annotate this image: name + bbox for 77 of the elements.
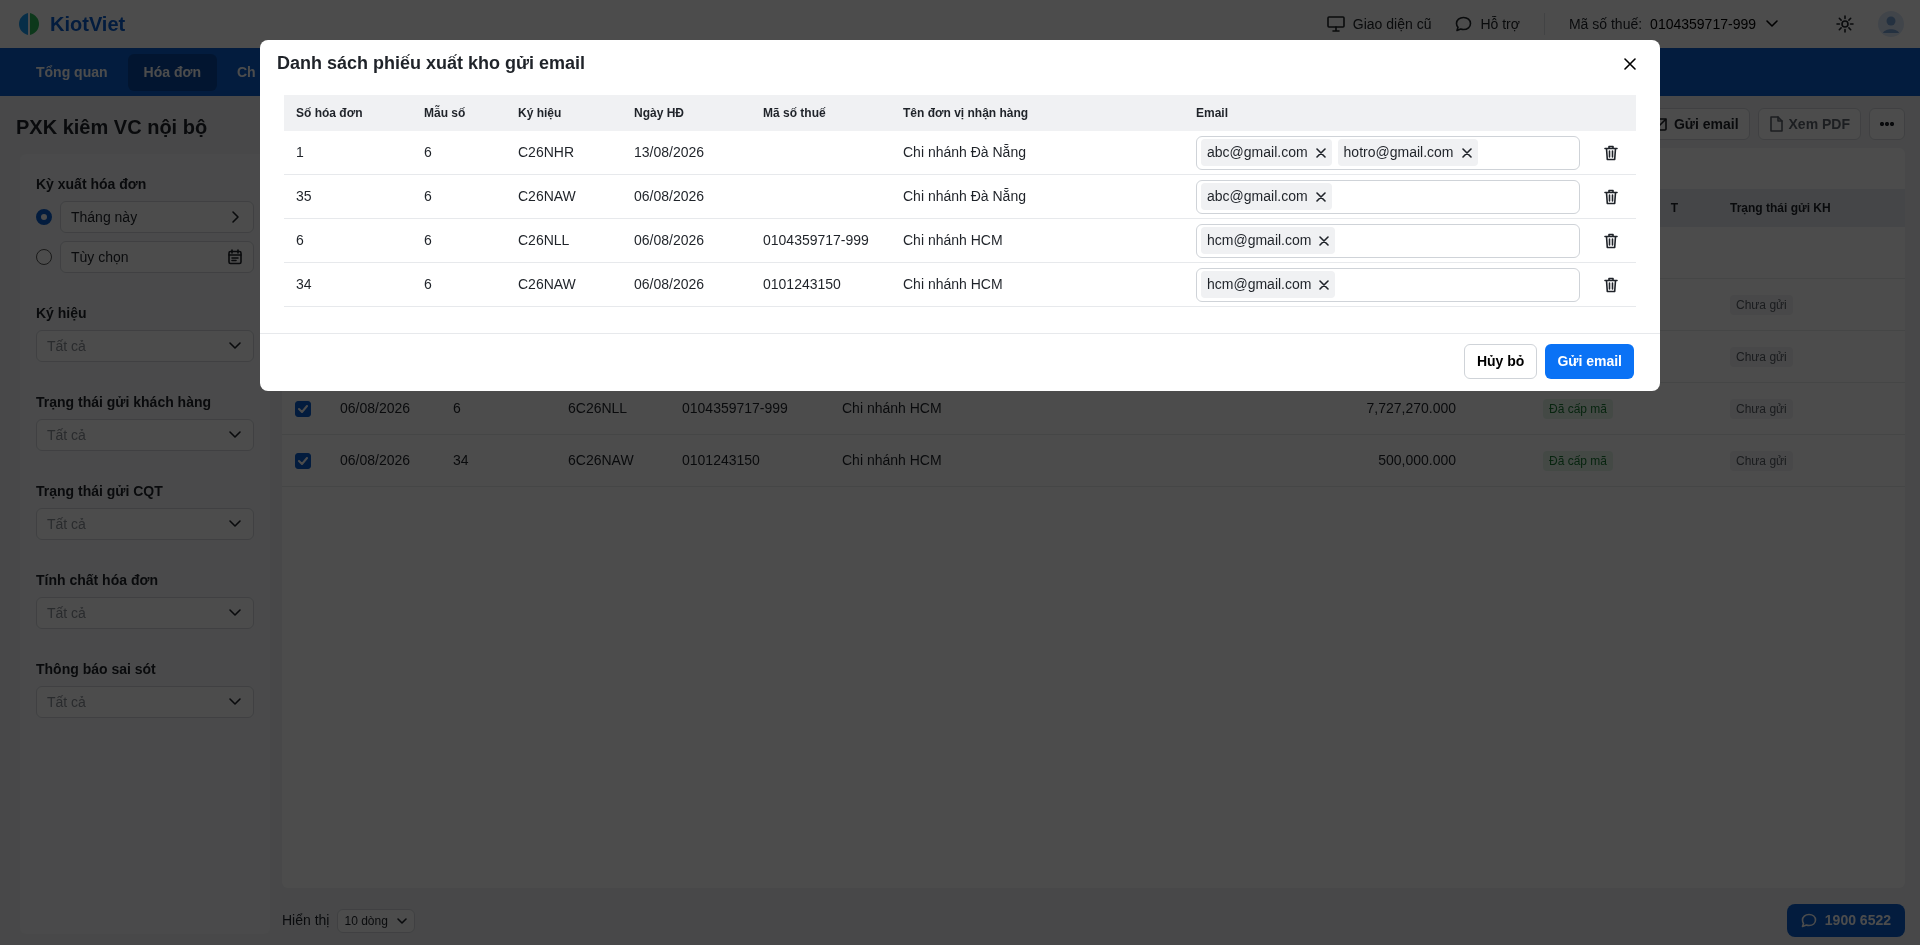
nav-tab[interactable]: Ch	[220, 53, 272, 91]
send-email-button[interactable]: Gửi email	[1545, 344, 1634, 379]
email-address: abc@gmail.com	[1207, 187, 1308, 206]
table-cell: 6	[453, 400, 461, 416]
filter-label: Thông báo sai sót	[36, 660, 157, 679]
dialog-title: Danh sách phiếu xuất kho gửi email	[277, 52, 586, 75]
filter-label: Trạng thái gửi khách hàng	[36, 393, 213, 412]
table-cell: 35	[296, 188, 312, 204]
filter-label: Kỳ xuất hóa đơn	[36, 175, 148, 194]
column-header: Trạng thái gửi KH	[1730, 201, 1831, 215]
column-header: T	[1670, 201, 1678, 215]
email-field[interactable]: hcm@gmail.com	[1196, 223, 1580, 258]
table-cell: C26NHR	[518, 144, 574, 160]
email-field[interactable]: abc@gmail.com	[1196, 179, 1580, 214]
tax-code-label: Mã số thuế:	[1568, 14, 1643, 34]
table-cell: 34	[296, 276, 312, 292]
email-address: hcm@gmail.com	[1207, 231, 1312, 250]
remove-icon[interactable]	[1461, 147, 1472, 158]
page-title: PXK kiêm VC nội bộ	[16, 115, 209, 140]
nav-tab[interactable]: Tổng quan	[20, 53, 124, 91]
table-cell: 34	[453, 452, 469, 468]
page-size-label: Hiển thị	[282, 911, 330, 930]
table-cell: 13/08/2026	[634, 144, 705, 160]
remove-icon[interactable]	[1319, 235, 1330, 246]
table-cell: 06/08/2026	[634, 188, 705, 204]
trash-icon[interactable]	[1604, 145, 1618, 162]
table-cell: 0101243150	[682, 452, 760, 468]
table-cell: C26NLL	[518, 232, 570, 248]
table-cell: 500,000.000	[1378, 452, 1456, 468]
table-cell: Chi nhánh HCM	[842, 452, 942, 468]
table-cell: 6	[424, 144, 432, 160]
filter-label: Tính chất hóa đơn	[36, 571, 159, 590]
email-address: abc@gmail.com	[1207, 143, 1308, 162]
table-cell: 0104359717-999	[682, 400, 788, 416]
trash-icon[interactable]	[1604, 189, 1618, 206]
table-cell: 06/08/2026	[340, 400, 411, 416]
cancel-button[interactable]: Hủy bỏ	[1463, 344, 1538, 379]
table-cell: 06/08/2026	[340, 452, 411, 468]
remove-icon[interactable]	[1319, 279, 1330, 290]
column-header: Tên đơn vị nhận hàng	[903, 106, 1029, 120]
close-icon	[1624, 57, 1636, 70]
remove-icon[interactable]	[1315, 191, 1326, 202]
filter-label: Ký hiệu	[36, 304, 88, 323]
trash-icon[interactable]	[1604, 233, 1618, 250]
table-cell: C26NAW	[518, 188, 576, 204]
table-cell: 6	[424, 276, 432, 292]
table-cell: 1	[296, 144, 304, 160]
column-header: Số hóa đơn	[296, 106, 363, 120]
table-cell: Chi nhánh Đà Nẵng	[903, 144, 1026, 160]
table-cell: Chi nhánh HCM	[842, 400, 942, 416]
table-cell: Chi nhánh Đà Nẵng	[903, 188, 1026, 204]
filter-label: Trạng thái gửi CQT	[36, 482, 164, 501]
table-cell: 0101243150	[763, 276, 841, 292]
column-header: Email	[1196, 106, 1228, 120]
email-address: hotro@gmail.com	[1343, 143, 1454, 162]
email-address: hcm@gmail.com	[1207, 275, 1312, 294]
email-field[interactable]: hcm@gmail.com	[1196, 267, 1580, 302]
table-cell: Chi nhánh HCM	[903, 276, 1003, 292]
table-cell: 0104359717-999	[763, 232, 869, 248]
table-cell: 06/08/2026	[634, 276, 705, 292]
table-cell: Chi nhánh HCM	[903, 232, 1003, 248]
email-field[interactable]: abc@gmail.com hotro@gmail.com	[1196, 135, 1580, 170]
table-cell: 6	[296, 232, 304, 248]
column-header: Mã số thuế	[763, 106, 826, 120]
table-cell: 6	[424, 188, 432, 204]
table-cell: 6C26NAW	[568, 452, 634, 468]
column-header: Ngày HĐ	[634, 106, 684, 120]
column-header: Mẫu số	[424, 106, 466, 120]
table-cell: 7,727,270.000	[1366, 400, 1456, 416]
brand-name: KiotViet	[50, 12, 126, 37]
table-cell: 6C26NLL	[568, 400, 628, 416]
table-cell: 06/08/2026	[634, 232, 705, 248]
remove-icon[interactable]	[1315, 147, 1326, 158]
column-header: Ký hiệu	[518, 106, 562, 120]
table-cell: 6	[424, 232, 432, 248]
trash-icon[interactable]	[1604, 277, 1618, 294]
table-cell: C26NAW	[518, 276, 576, 292]
